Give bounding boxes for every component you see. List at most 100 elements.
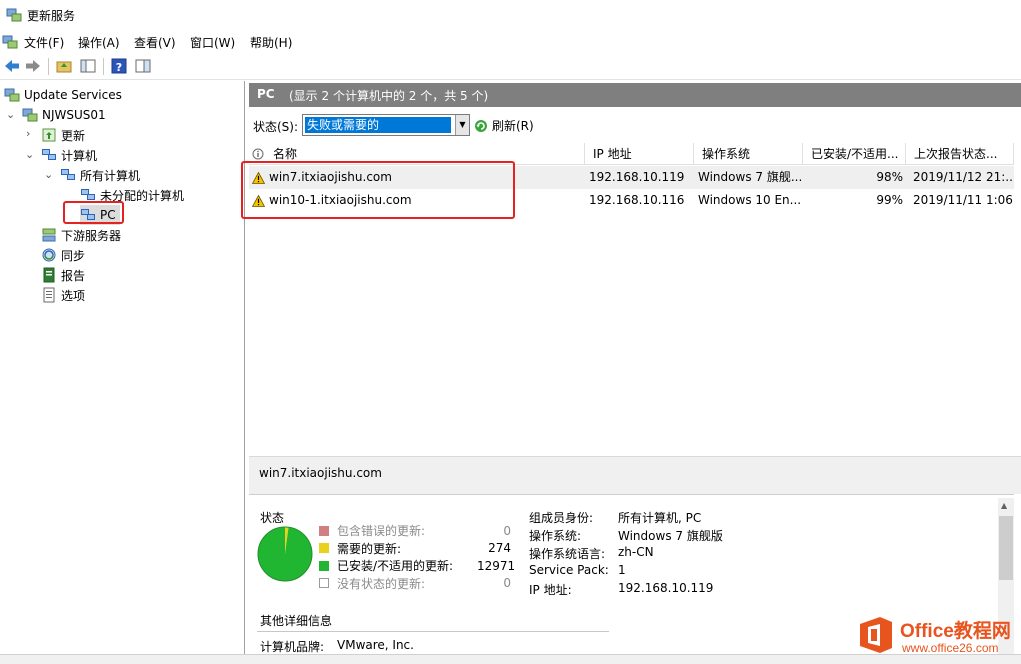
chevron-down-icon[interactable]: ⌄ (6, 108, 15, 121)
column-header-last-report[interactable]: 上次报告状态... (906, 143, 1014, 165)
watermark-url: www.office26.com (902, 641, 999, 655)
refresh-icon (475, 119, 487, 132)
column-header-label: IP 地址 (593, 147, 632, 161)
property-key: Service Pack: (529, 563, 609, 577)
pane-header: PC (显示 2 个计算机中的 2 个，共 5 个) (249, 83, 1021, 107)
toolbar-separator (48, 58, 49, 75)
tree-item-all-computers[interactable]: 所有计算机 (60, 165, 140, 185)
legend-label: 已安装/不适用的更新: (337, 559, 454, 573)
tree-label: 计算机 (61, 148, 98, 163)
reports-icon (43, 267, 55, 283)
legend-value: 12971 (477, 558, 516, 573)
help-icon[interactable]: ? (110, 57, 128, 75)
results-pane: PC (显示 2 个计算机中的 2 个，共 5 个) 状态(S): 失败或需要的… (241, 81, 1021, 654)
divider (257, 631, 609, 632)
legend-swatch (319, 560, 329, 571)
legend-value: 0 (503, 576, 511, 590)
chevron-down-icon[interactable]: ⌄ (25, 148, 34, 161)
toolbar-separator (103, 58, 104, 75)
property-value: Windows 7 旗舰版 (618, 529, 723, 543)
status-filter-value: 失败或需要的 (305, 117, 451, 133)
toolbar: ? (0, 54, 1021, 80)
console-tree: Update Services ⌄ NJWSUS01 › 更新 ⌄ 计算机 ⌄ (0, 81, 245, 654)
tree-item-options[interactable]: 选项 (41, 285, 85, 305)
status-heading: 状态 (260, 511, 285, 525)
tree-item-reports[interactable]: 报告 (41, 265, 85, 285)
cell-installed-pct: 99% (876, 193, 903, 207)
show-hide-console-tree-icon[interactable] (79, 57, 97, 75)
forward-arrow-icon[interactable] (24, 57, 42, 75)
brand-value: VMware, Inc. (337, 638, 414, 652)
tree-label: NJWSUS01 (42, 108, 106, 122)
legend-item: 已安装/不适用的更新: 12971 (319, 557, 516, 574)
info-icon (252, 148, 264, 160)
tree-item-server[interactable]: NJWSUS01 (22, 105, 106, 125)
highlight-box-pc (63, 201, 124, 224)
svg-text:?: ? (116, 61, 122, 74)
tree-label: 所有计算机 (80, 168, 141, 183)
column-header-ip[interactable]: IP 地址 (585, 143, 694, 165)
legend-swatch (319, 543, 329, 553)
cell-last-report: 2019/11/11 1:06 (913, 193, 1013, 207)
tree-item-computers[interactable]: 计算机 (41, 145, 97, 165)
wsus-root-icon (4, 88, 20, 102)
cell-ip: 192.168.10.116 (589, 193, 685, 207)
menu-window[interactable]: 窗口(W) (190, 34, 235, 51)
downstream-servers-icon (42, 228, 56, 242)
tree-item-downstream-servers[interactable]: 下游服务器 (41, 225, 121, 245)
title-bar: 更新服务 (0, 0, 1021, 30)
system-menu-icon[interactable] (2, 34, 18, 50)
chevron-down-icon[interactable]: ▼ (455, 115, 469, 135)
computers-icon (42, 149, 56, 160)
property-key: 组成员身份: (529, 511, 594, 525)
computer-list: 名称 IP 地址 操作系统 已安装/不适用... 上次报告状态... win7.… (241, 143, 1014, 459)
cell-last-report: 2019/11/12 21:... (913, 170, 1013, 184)
tree-label: Update Services (24, 88, 122, 102)
show-hide-action-pane-icon[interactable] (134, 57, 152, 75)
options-icon (43, 287, 55, 303)
legend-value: 274 (488, 541, 511, 555)
menu-file[interactable]: 文件(F) (24, 34, 64, 51)
menu-action[interactable]: 操作(A) (78, 34, 120, 51)
detail-title: win7.itxiaojishu.com (259, 466, 382, 480)
server-icon (22, 108, 38, 122)
column-header-os[interactable]: 操作系统 (694, 143, 803, 165)
back-arrow-icon[interactable] (3, 57, 21, 75)
legend-item: 需要的更新: 274 (319, 540, 511, 557)
tree-label: 更新 (61, 128, 86, 143)
watermark-brand: Office教程网 (900, 621, 1011, 642)
up-folder-icon[interactable] (55, 57, 73, 75)
legend-swatch (319, 578, 329, 588)
scrollbar-thumb[interactable] (999, 516, 1013, 580)
property-key: 操作系统: (529, 529, 582, 543)
brand-label: 计算机品牌: (260, 640, 325, 654)
refresh-button[interactable]: 刷新(R) (473, 117, 534, 134)
tree-item-synchronizations[interactable]: 同步 (41, 245, 85, 265)
chevron-down-icon[interactable]: ⌄ (44, 168, 53, 181)
scroll-up-icon[interactable]: ▲ (1001, 501, 1007, 510)
menu-view[interactable]: 查看(V) (134, 34, 176, 51)
menu-help[interactable]: 帮助(H) (250, 34, 292, 51)
column-header-label: 上次报告状态... (914, 147, 998, 161)
other-details-heading: 其他详细信息 (260, 614, 333, 628)
legend-swatch (319, 525, 329, 536)
property-value: 192.168.10.119 (618, 581, 714, 595)
chevron-right-icon[interactable]: › (26, 127, 30, 140)
legend-item: 包含错误的更新: 0 (319, 522, 511, 539)
menu-bar: 文件(F) 操作(A) 查看(V) 窗口(W) 帮助(H) (0, 30, 1021, 54)
filter-bar: 状态(S): 失败或需要的 ▼ 刷新(R) (249, 111, 1021, 139)
tree-item-update-services[interactable]: Update Services (4, 85, 122, 105)
cell-installed-pct: 98% (876, 170, 903, 184)
property-key: IP 地址: (529, 583, 572, 597)
column-header-installed[interactable]: 已安装/不适用... (803, 143, 906, 165)
sync-icon (42, 248, 56, 262)
column-header-label: 操作系统 (702, 147, 751, 161)
cell-os: Windows 7 旗舰... (698, 170, 802, 184)
detail-title-bar: win7.itxiaojishu.com (249, 456, 1021, 494)
wsus-app-icon (6, 8, 22, 22)
updates-icon (42, 128, 56, 142)
tree-item-updates[interactable]: 更新 (41, 125, 85, 145)
property-value: 1 (618, 563, 626, 577)
office-logo-icon (860, 617, 892, 653)
status-filter-select[interactable]: 失败或需要的 ▼ (302, 114, 470, 136)
